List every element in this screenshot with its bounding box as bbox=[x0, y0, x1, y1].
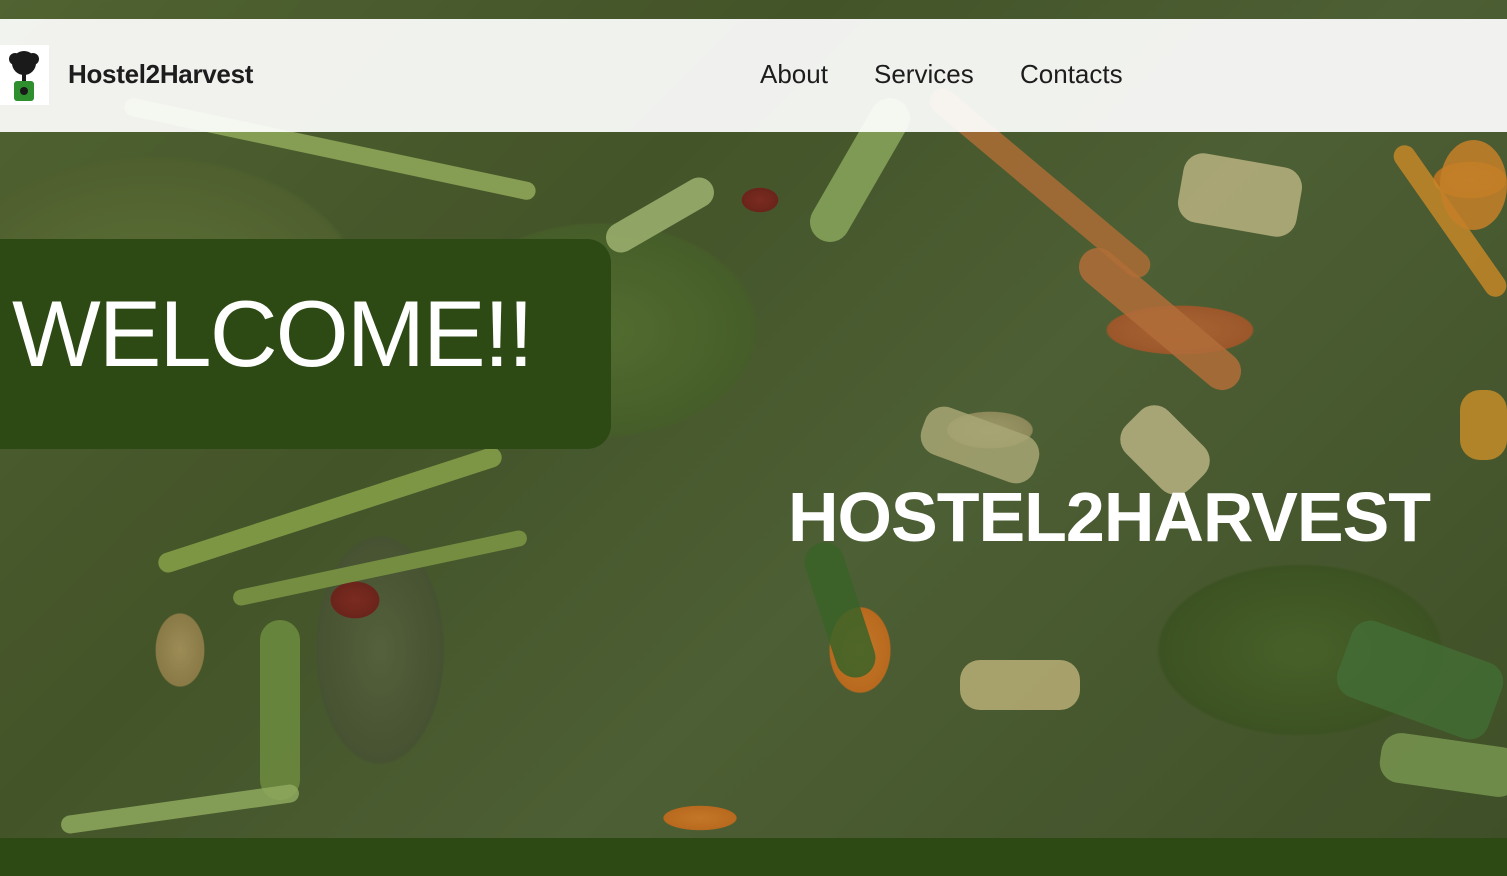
nav-services-link[interactable]: Services bbox=[874, 59, 974, 90]
brand-name[interactable]: Hostel2Harvest bbox=[68, 59, 253, 90]
hero-title: HOSTEL2HARVEST bbox=[788, 478, 1431, 556]
navbar: Hostel2Harvest About Services Contacts bbox=[0, 19, 1507, 132]
welcome-banner: WELCOME!! bbox=[0, 239, 611, 449]
nav-contacts-link[interactable]: Contacts bbox=[1020, 59, 1123, 90]
nav-about-link[interactable]: About bbox=[760, 59, 828, 90]
page: Hostel2Harvest About Services Contacts W… bbox=[0, 0, 1507, 876]
welcome-heading: WELCOME!! bbox=[12, 281, 534, 386]
tree-compost-bin-icon bbox=[9, 51, 39, 101]
logo-icon[interactable] bbox=[0, 45, 49, 105]
section-divider-band bbox=[0, 838, 1507, 876]
